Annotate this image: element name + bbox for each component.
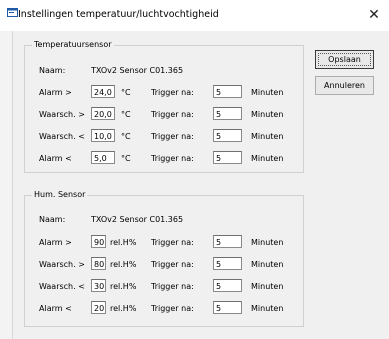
temp-warning-high-input[interactable]: 20,0 <box>91 107 115 120</box>
temp-warning-low-label: Waarsch. < <box>39 132 85 141</box>
cancel-button-label: Annuleren <box>324 81 365 90</box>
window-app-icon <box>7 8 18 17</box>
hum-alarm-low-minutes: Minuten <box>251 304 284 313</box>
temp-warning-low-input[interactable]: 10,0 <box>91 129 115 142</box>
hum-warning-low-unit: rel.H% <box>110 282 137 291</box>
hum-warning-low-trigger-label: Trigger na: <box>151 282 194 291</box>
temp-warning-high-minutes: Minuten <box>251 110 284 119</box>
hum-alarm-high-unit: rel.H% <box>110 238 137 247</box>
hum-name-label: Naam: <box>39 215 66 224</box>
hum-alarm-low-input[interactable]: 20 <box>91 301 106 314</box>
hum-name-value: TXOv2 Sensor C01.365 <box>91 215 184 224</box>
temp-name-label: Naam: <box>39 66 66 75</box>
save-button[interactable]: Opslaan <box>315 50 374 69</box>
hum-alarm-low-label: Alarm < <box>39 304 72 313</box>
cancel-button[interactable]: Annuleren <box>315 76 374 95</box>
hum-warning-high-unit: rel.H% <box>110 260 137 269</box>
temp-warning-high-unit: °C <box>121 110 131 119</box>
temp-alarm-high-minutes: Minuten <box>251 88 284 97</box>
temp-alarm-low-minutes: Minuten <box>251 154 284 163</box>
temperature-sensor-group: Temperatuursensor Naam: TXOv2 Sensor C01… <box>24 40 304 173</box>
temp-alarm-low-trigger-input[interactable]: 5 <box>213 151 242 164</box>
hum-warning-high-trigger-input[interactable]: 5 <box>213 257 242 270</box>
temp-alarm-low-unit: °C <box>121 154 131 163</box>
window-left-edge <box>0 31 13 339</box>
hum-warning-high-input[interactable]: 80 <box>91 257 106 270</box>
hum-alarm-low-trigger-label: Trigger na: <box>151 304 194 313</box>
hum-warning-high-label: Waarsch. > <box>39 260 85 269</box>
temp-warning-low-unit: °C <box>121 132 131 141</box>
temp-warning-high-trigger-label: Trigger na: <box>151 110 194 119</box>
humidity-sensor-group: Hum. Sensor Naam: TXOv2 Sensor C01.365 A… <box>24 190 304 327</box>
temp-alarm-high-unit: °C <box>121 88 131 97</box>
temp-alarm-high-label: Alarm > <box>39 88 72 97</box>
hum-alarm-low-unit: rel.H% <box>110 304 137 313</box>
temp-alarm-low-trigger-label: Trigger na: <box>151 154 194 163</box>
hum-warning-low-minutes: Minuten <box>251 282 284 291</box>
temp-warning-high-trigger-input[interactable]: 5 <box>213 107 242 120</box>
hum-warning-high-trigger-label: Trigger na: <box>151 260 194 269</box>
hum-alarm-high-trigger-label: Trigger na: <box>151 238 194 247</box>
humidity-group-legend: Hum. Sensor <box>32 190 88 199</box>
settings-dialog: Instellingen temperatuur/luchtvochtighei… <box>0 0 389 339</box>
save-button-label: Opslaan <box>328 55 361 64</box>
hum-alarm-high-minutes: Minuten <box>251 238 284 247</box>
window-title: Instellingen temperatuur/luchtvochtighei… <box>18 9 219 20</box>
hum-warning-low-input[interactable]: 30 <box>91 279 106 292</box>
temp-warning-low-trigger-input[interactable]: 5 <box>213 129 242 142</box>
temp-warning-low-trigger-label: Trigger na: <box>151 132 194 141</box>
temp-alarm-low-label: Alarm < <box>39 154 72 163</box>
hum-warning-high-minutes: Minuten <box>251 260 284 269</box>
temp-warning-high-label: Waarsch. > <box>39 110 85 119</box>
temp-alarm-high-input[interactable]: 24,0 <box>91 85 115 98</box>
hum-alarm-high-input[interactable]: 90 <box>91 235 106 248</box>
temp-warning-low-minutes: Minuten <box>251 132 284 141</box>
hum-alarm-high-trigger-input[interactable]: 5 <box>213 235 242 248</box>
hum-alarm-high-label: Alarm > <box>39 238 72 247</box>
temperature-group-legend: Temperatuursensor <box>32 40 114 49</box>
temp-alarm-high-trigger-label: Trigger na: <box>151 88 194 97</box>
hum-warning-low-label: Waarsch. < <box>39 282 85 291</box>
hum-warning-low-trigger-input[interactable]: 5 <box>213 279 242 292</box>
close-icon[interactable]: ✕ <box>359 0 389 31</box>
hum-alarm-low-trigger-input[interactable]: 5 <box>213 301 242 314</box>
temp-name-value: TXOv2 Sensor C01.365 <box>91 66 184 75</box>
temp-alarm-high-trigger-input[interactable]: 5 <box>213 85 242 98</box>
temp-alarm-low-input[interactable]: 5,0 <box>91 151 115 164</box>
title-bar: Instellingen temperatuur/luchtvochtighei… <box>0 0 389 31</box>
